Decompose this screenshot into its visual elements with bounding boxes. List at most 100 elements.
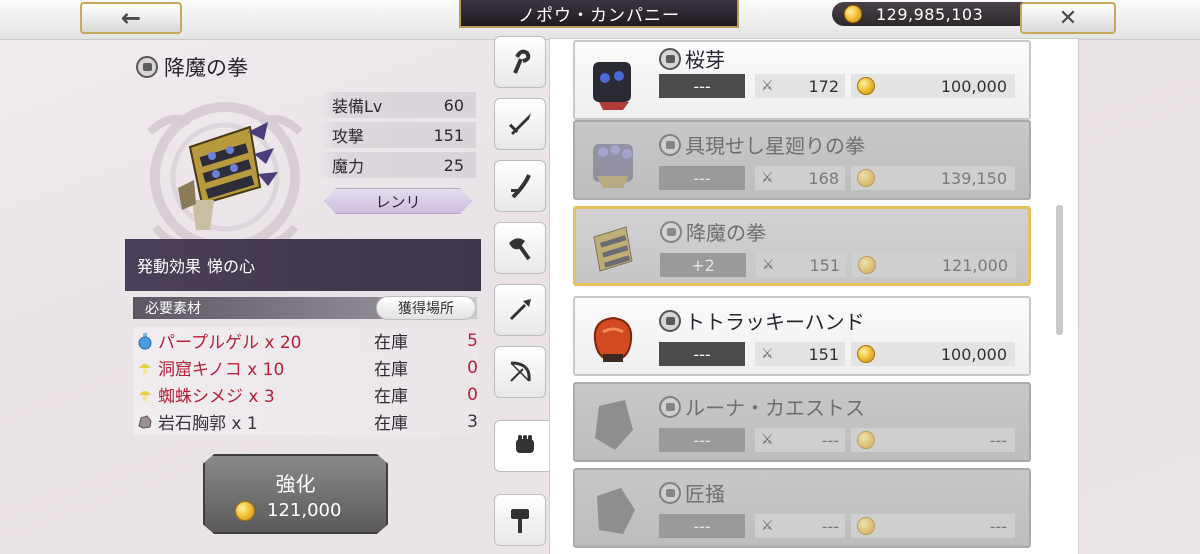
materials-list: パープルゲル x 20 在庫 5 洞窟キノコ x 10 在庫 0 蜘蛛シメジ x… — [134, 327, 478, 435]
attack-box: ⚔ 172 — [755, 74, 845, 98]
stat-label: 魔力 — [332, 157, 365, 176]
enhance-cost-value: 121,000 — [267, 500, 342, 521]
tab-sword[interactable] — [494, 98, 546, 150]
effect-label: 発動効果 — [137, 257, 202, 276]
weapon-thumbnail — [593, 316, 633, 362]
shop-title: ノポウ・カンパニー — [459, 0, 739, 28]
materials-header-label: 必要素材 — [145, 301, 201, 317]
material-row[interactable]: パープルゲル x 20 在庫 5 — [134, 327, 478, 354]
material-row[interactable]: 洞窟キノコ x 10 在庫 0 — [134, 354, 478, 381]
price-value: 121,000 — [941, 255, 1008, 275]
price-value: --- — [989, 430, 1007, 450]
price-value: --- — [989, 516, 1007, 536]
owner-character-button[interactable]: レンリ — [324, 188, 472, 214]
material-row[interactable]: 岩石胸郭 x 1 在庫 3 — [134, 408, 478, 435]
effect-bar: 発動効果 悌の心 — [125, 239, 481, 291]
plus-value: --- — [659, 514, 745, 538]
weapon-name: 匠掻 — [685, 482, 725, 506]
bow-icon — [510, 361, 531, 382]
coin-icon — [857, 431, 875, 449]
potion-icon — [134, 332, 156, 350]
weapon-stats: --- ⚔ 151 100,000 — [659, 342, 1017, 366]
material-row[interactable]: 蜘蛛シメジ x 3 在庫 0 — [134, 381, 478, 408]
weapon-name-row: 降魔の拳 — [660, 217, 766, 246]
weapon-name-row: トトラッキーハンド — [659, 306, 865, 335]
tab-katana[interactable] — [494, 160, 546, 212]
price-box: 139,150 — [851, 166, 1015, 190]
coin-icon — [235, 500, 255, 521]
price-value: 100,000 — [940, 344, 1007, 364]
stats-list: 装備Lv 60 攻撃 151 魔力 25 — [320, 92, 476, 182]
weapon-thumbnail — [593, 144, 633, 188]
weapon-name-row: 具現せし星廻りの拳 — [659, 130, 865, 159]
mushroom-icon — [134, 360, 156, 376]
weapon-card[interactable]: 具現せし星廻りの拳 --- ⚔ 168 139,150 — [573, 120, 1031, 200]
hammer-icon — [511, 509, 529, 533]
spear-icon — [509, 299, 531, 321]
gauntlet-category-icon — [659, 133, 681, 156]
weapon-thumbnail — [593, 226, 633, 272]
tab-spear[interactable] — [494, 284, 546, 336]
stock-value: 3 — [467, 411, 478, 432]
weapon-name: 降魔の拳 — [686, 221, 766, 245]
weapon-card[interactable]: ルーナ・カエストス --- ⚔ --- --- — [573, 382, 1031, 462]
stock-value: 0 — [467, 384, 478, 405]
tab-bow[interactable] — [494, 346, 546, 398]
weapon-card[interactable]: 桜芽 --- ⚔ 172 100,000 — [573, 40, 1031, 120]
attack-sword-icon: ⚔ — [761, 518, 774, 534]
gauntlet-category-icon — [136, 56, 158, 78]
material-name: 岩石胸郭 x 1 — [158, 414, 258, 434]
enhance-button[interactable]: 強化 121,000 — [203, 454, 388, 534]
tab-axe[interactable] — [494, 222, 546, 274]
mushroom-icon — [134, 387, 156, 403]
staff-icon — [513, 49, 531, 74]
price-box: 100,000 — [851, 342, 1015, 366]
item-emblem-image — [147, 102, 303, 252]
coin-icon — [858, 256, 876, 274]
price-value: 139,150 — [940, 168, 1007, 188]
weapon-card[interactable]: 匠掻 --- ⚔ --- --- — [573, 468, 1031, 548]
attack-box: ⚔ --- — [755, 514, 845, 538]
coin-icon — [857, 77, 875, 95]
plus-value: --- — [659, 166, 745, 190]
material-name: 洞窟キノコ x 10 — [158, 360, 285, 380]
plus-value: --- — [659, 74, 745, 98]
coin-icon — [857, 345, 875, 363]
weapon-stats: --- ⚔ --- --- — [659, 428, 1017, 452]
weapon-card[interactable]: トトラッキーハンド --- ⚔ 151 100,000 — [573, 296, 1031, 376]
attack-box: ⚔ 151 — [756, 253, 846, 277]
weapon-card-selected[interactable]: 降魔の拳 +2 ⚔ 151 121,000 — [573, 206, 1031, 286]
stock-label: 在庫 — [374, 333, 408, 353]
stat-row-attack: 攻撃 151 — [320, 122, 476, 148]
back-button[interactable]: ← — [80, 2, 182, 34]
stock-label: 在庫 — [374, 360, 408, 380]
attack-sword-icon: ⚔ — [761, 170, 774, 186]
stat-value: 60 — [443, 95, 464, 115]
weapon-stats: --- ⚔ 168 139,150 — [659, 166, 1017, 190]
axe-icon — [509, 238, 531, 261]
tab-fist[interactable] — [494, 420, 554, 472]
attack-value: --- — [821, 516, 839, 536]
price-box: 100,000 — [851, 74, 1015, 98]
attack-box: ⚔ 151 — [755, 342, 845, 366]
material-name: 蜘蛛シメジ x 3 — [158, 387, 275, 407]
price-box: --- — [851, 428, 1015, 452]
stat-value: 151 — [433, 125, 464, 145]
gauntlet-category-icon — [660, 220, 682, 243]
close-button[interactable]: ✕ — [1020, 2, 1116, 34]
obtain-location-button[interactable]: 獲得場所 — [376, 296, 476, 320]
gauntlet-category-icon — [659, 309, 681, 332]
weapon-name: ルーナ・カエストス — [685, 396, 865, 420]
attack-value: --- — [821, 430, 839, 450]
attack-sword-icon: ⚔ — [761, 432, 774, 448]
tab-hammer[interactable] — [494, 494, 546, 546]
fist-icon — [515, 435, 534, 453]
gauntlet-category-icon — [659, 47, 681, 70]
material-name: パープルゲル x 20 — [158, 333, 302, 353]
tab-staff[interactable] — [494, 36, 546, 88]
enhance-label: 強化 — [275, 472, 316, 496]
list-scrollbar[interactable] — [1056, 205, 1063, 335]
plus-value: +2 — [660, 253, 746, 277]
rock-icon — [134, 414, 156, 430]
weapon-name-row: ルーナ・カエストス — [659, 392, 865, 421]
